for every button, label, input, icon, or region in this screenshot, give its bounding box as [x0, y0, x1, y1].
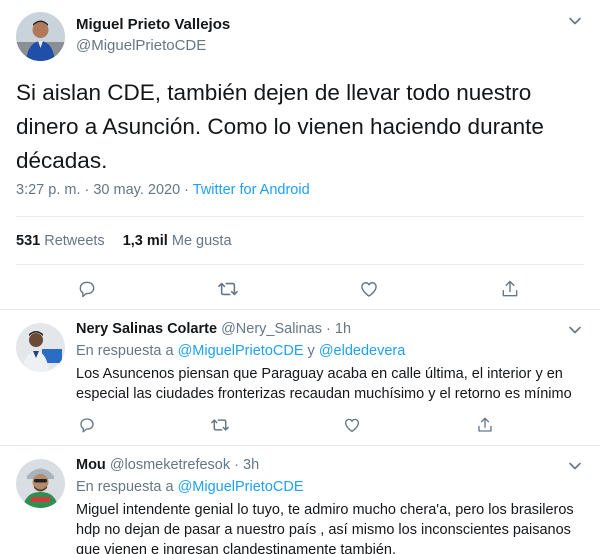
reply-text: Los Asuncenos piensan que Paraguay acaba… [76, 366, 572, 402]
reply-actions [76, 414, 496, 436]
heart-icon[interactable] [358, 278, 380, 300]
likes-stat[interactable]: 1,3 mil Me gusta [123, 233, 232, 249]
reply-icon[interactable] [76, 414, 98, 436]
in-reply-to-label: En respuesta a [76, 343, 178, 359]
reply-header: Mou @losmeketrefesok · 3h [76, 457, 259, 473]
author-handle[interactable]: @MiguelPrietoCDE [76, 37, 206, 54]
in-reply-to: En respuesta a @MiguelPrietoCDE y @elded… [76, 343, 405, 359]
reply-header: Nery Salinas Colarte @Nery_Salinas · 1h [76, 321, 351, 337]
likes-count: 1,3 mil [122, 233, 168, 249]
likes-label: Me gusta [171, 233, 232, 249]
divider [16, 216, 584, 217]
tweet-actions [76, 278, 521, 300]
share-icon[interactable] [474, 414, 496, 436]
mention-link[interactable]: @eldedevera [319, 343, 405, 359]
tweet-stats: 531 Retweets 1,3 mil Me gusta [16, 233, 232, 249]
reply-author-handle[interactable]: @Nery_Salinas · 1h [221, 321, 351, 337]
tweet-meta: 3:27 p. m. · 30 may. 2020 · Twitter for … [16, 182, 310, 198]
reply-author-handle[interactable]: @losmeketrefesok · 3h [110, 457, 259, 473]
heart-icon[interactable] [341, 414, 363, 436]
retweet-icon[interactable] [217, 278, 239, 300]
reply-tweet[interactable]: Nery Salinas Colarte @Nery_Salinas · 1h … [0, 311, 600, 446]
chevron-down-icon[interactable] [568, 14, 582, 28]
divider [16, 264, 584, 265]
avatar[interactable] [16, 459, 65, 508]
mention-link[interactable]: @MiguelPrietoCDE [178, 343, 304, 359]
tweet-source-link[interactable]: Twitter for Android [193, 182, 310, 198]
mention-joiner: y [303, 343, 319, 359]
tweet-timestamp[interactable]: 3:27 p. m. · 30 may. 2020 · [16, 182, 193, 198]
retweets-count: 531 [16, 233, 41, 249]
main-tweet: Miguel Prieto Vallejos @MiguelPrietoCDE … [0, 0, 600, 310]
reply-tweet[interactable]: Mou @losmeketrefesok · 3h En respuesta a… [0, 447, 600, 554]
reply-icon[interactable] [76, 278, 98, 300]
in-reply-to-label: En respuesta a [76, 479, 178, 495]
tweet-text: Si aislan CDE, también dejen de llevar t… [16, 80, 544, 173]
avatar[interactable] [16, 323, 65, 372]
chevron-down-icon[interactable] [568, 459, 582, 473]
retweets-stat[interactable]: 531 Retweets [16, 233, 105, 249]
author-name[interactable]: Miguel Prieto Vallejos [76, 16, 230, 33]
reply-text: Miguel intendente genial lo tuyo, te adm… [76, 502, 574, 554]
reply-author-name[interactable]: Mou [76, 457, 106, 473]
mention-link[interactable]: @MiguelPrietoCDE [178, 479, 304, 495]
retweet-icon[interactable] [209, 414, 231, 436]
share-icon[interactable] [499, 278, 521, 300]
reply-author-name[interactable]: Nery Salinas Colarte [76, 321, 217, 337]
chevron-down-icon[interactable] [568, 323, 582, 337]
in-reply-to: En respuesta a @MiguelPrietoCDE [76, 479, 304, 495]
retweets-label: Retweets [44, 233, 105, 249]
avatar[interactable] [16, 12, 65, 61]
